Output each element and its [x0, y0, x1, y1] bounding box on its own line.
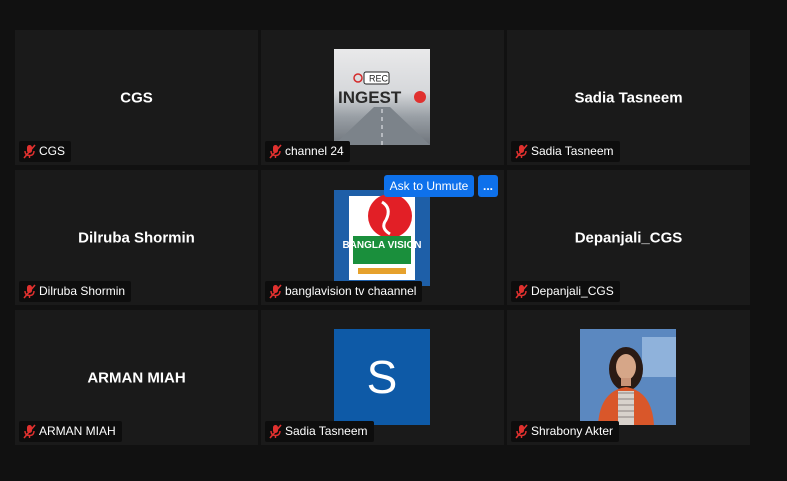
participant-tile-channel-24[interactable]: REC INGEST channel 24 — [261, 30, 504, 165]
participant-display-name: CGS — [120, 89, 153, 106]
participant-display-name: ARMAN MIAH — [87, 369, 186, 386]
participant-avatar-photo — [580, 329, 676, 425]
more-options-button[interactable]: ... — [478, 175, 498, 197]
participant-avatar: S — [334, 329, 430, 425]
ingest-logo-text: INGEST — [338, 88, 402, 107]
participant-name: channel 24 — [285, 144, 344, 158]
participant-name-label: ARMAN MIAH — [19, 421, 122, 442]
participant-name: Shrabony Akter — [531, 424, 614, 438]
banglavision-logo-text: BANGLA VISION — [342, 240, 421, 251]
participant-name: Sadia Tasneem — [531, 144, 614, 158]
participant-display-name: Depanjali_CGS — [574, 229, 683, 246]
ingest-logo-image: REC INGEST — [334, 71, 430, 145]
mic-muted-icon — [23, 144, 36, 159]
mic-muted-icon — [23, 424, 36, 439]
mic-muted-icon — [269, 144, 282, 159]
participant-name-label: channel 24 — [265, 141, 350, 162]
mic-muted-icon — [269, 424, 282, 439]
participant-name: ARMAN MIAH — [39, 424, 116, 438]
participant-name: Depanjali_CGS — [531, 284, 614, 298]
avatar-letter: S — [366, 351, 398, 403]
participant-tile-sadia-tasneem-2[interactable]: S Sadia Tasneem — [261, 310, 504, 445]
participant-display-name: Sadia Tasneem — [574, 89, 683, 106]
participant-name-label: banglavision tv chaannel — [265, 281, 423, 302]
participant-name-label: Shrabony Akter — [511, 421, 620, 442]
participant-name-label: Dilruba Shormin — [19, 281, 132, 302]
mic-muted-icon — [23, 284, 36, 299]
mic-muted-icon — [515, 424, 528, 439]
participant-display-name: Dilruba Shormin — [78, 229, 195, 246]
participant-tile-cgs[interactable]: CGS CGS — [15, 30, 258, 165]
participant-tile-depanjali-cgs[interactable]: Depanjali_CGS Depanjali_CGS — [507, 170, 750, 305]
rec-badge-text: REC — [369, 74, 389, 84]
participant-name-label: Sadia Tasneem — [265, 421, 374, 442]
mic-muted-icon — [515, 284, 528, 299]
participant-tile-sadia-tasneem[interactable]: Sadia Tasneem Sadia Tasneem — [507, 30, 750, 165]
ask-to-unmute-button[interactable]: Ask to Unmute — [384, 175, 474, 197]
participant-avatar: REC INGEST — [334, 49, 430, 145]
participant-avatar: BANGLA VISION — [334, 190, 430, 286]
mic-muted-icon — [269, 284, 282, 299]
participant-name: banglavision tv chaannel — [285, 284, 417, 298]
participant-tile-arman-miah[interactable]: ARMAN MIAH ARMAN MIAH — [15, 310, 258, 445]
participant-name: Sadia Tasneem — [285, 424, 368, 438]
participant-name: Dilruba Shormin — [39, 284, 126, 298]
participant-name-label: Sadia Tasneem — [511, 141, 620, 162]
mic-muted-icon — [515, 144, 528, 159]
participant-name: CGS — [39, 144, 66, 158]
profile-photo-image — [580, 329, 676, 425]
participant-name-label: Depanjali_CGS — [511, 281, 620, 302]
participant-name-label: CGS — [19, 141, 72, 162]
participant-tile-shrabony-akter[interactable]: Shrabony Akter — [507, 310, 750, 445]
participant-tile-dilruba-shormin[interactable]: Dilruba Shormin Dilruba Shormin — [15, 170, 258, 305]
video-grid: CGS CGS REC INGEST channel 24 Sadia Tasn… — [15, 30, 750, 445]
banglavision-logo-image: BANGLA VISION — [342, 194, 422, 280]
